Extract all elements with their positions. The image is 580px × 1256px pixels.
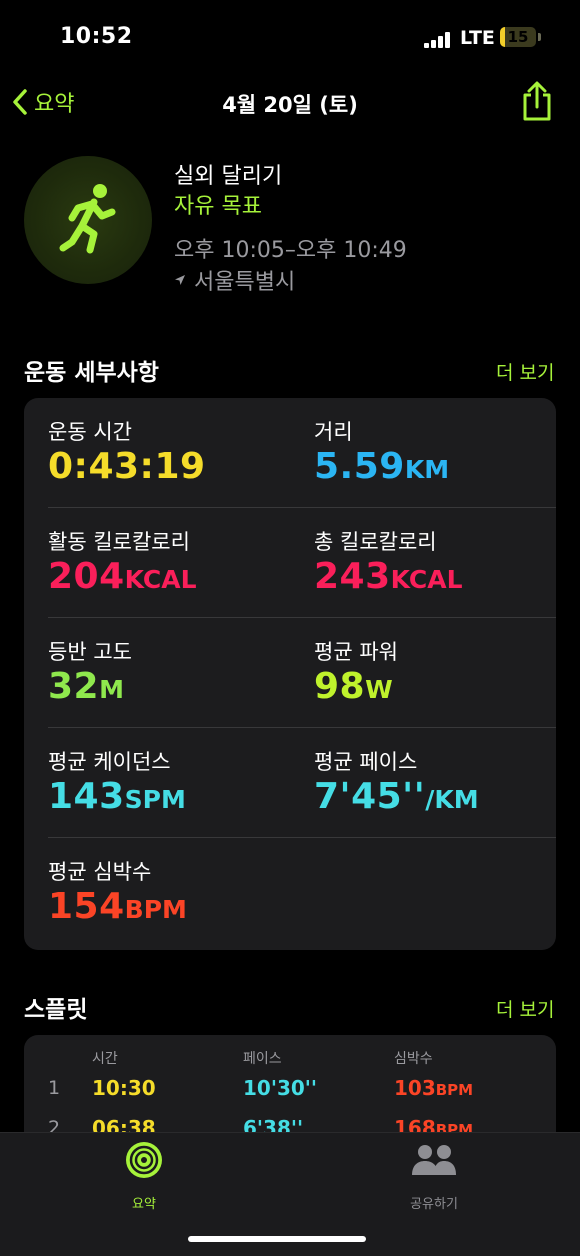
metric-label-pace: 평균 페이스 bbox=[314, 750, 418, 774]
metric-value-heart-rate: 154BPM bbox=[48, 886, 187, 927]
tab-summary-label: 요약 bbox=[132, 1197, 156, 1212]
splits-header-heart-rate: 심박수 bbox=[394, 1051, 433, 1067]
metric-number: 7'45'' bbox=[314, 776, 426, 817]
metric-value-elevation: 32M bbox=[48, 666, 124, 707]
metric-value-distance: 5.59KM bbox=[314, 446, 449, 487]
workout-location: 서울특별시 bbox=[174, 264, 295, 296]
metric-unit: M bbox=[99, 675, 124, 704]
metric-label-active-kcal: 활동 킬로칼로리 bbox=[48, 530, 190, 554]
metric-label-total-kcal: 총 킬로칼로리 bbox=[314, 530, 437, 554]
status-time: 10:52 bbox=[60, 24, 133, 49]
metric-unit: BPM bbox=[124, 895, 187, 924]
running-figure-icon bbox=[59, 184, 116, 254]
split-time: 10:30 bbox=[92, 1076, 156, 1100]
metric-unit: KCAL bbox=[390, 565, 463, 594]
split-heart-rate: 103BPM bbox=[394, 1076, 473, 1100]
details-more-link[interactable]: 더 보기 bbox=[496, 358, 554, 385]
metric-value-cadence: 143SPM bbox=[48, 776, 186, 817]
battery-icon: 15 bbox=[500, 27, 536, 47]
metric-unit: W bbox=[365, 675, 393, 704]
metric-label-elevation: 등반 고도 bbox=[48, 640, 132, 664]
divider bbox=[48, 837, 556, 838]
divider bbox=[48, 727, 556, 728]
location-arrow-icon bbox=[175, 275, 185, 285]
tab-sharing[interactable]: 공유하기 bbox=[394, 1141, 474, 1212]
share-button[interactable] bbox=[520, 80, 554, 126]
details-card: 운동 시간 0:43:19 거리 5.59KM 활동 킬로칼로리 204KCAL… bbox=[24, 398, 556, 950]
workout-goal: 자유 목표 bbox=[174, 194, 262, 219]
metric-value-power: 98W bbox=[314, 666, 393, 707]
cellular-signal-icon bbox=[424, 32, 454, 48]
split-index: 1 bbox=[48, 1077, 61, 1099]
workout-time-range: 오후 10:05–오후 10:49 bbox=[174, 238, 407, 263]
splits-more-link[interactable]: 더 보기 bbox=[496, 995, 554, 1022]
metric-number: 0:43:19 bbox=[48, 446, 206, 487]
metric-number: 143 bbox=[48, 776, 125, 817]
metric-value-active-kcal: 204KCAL bbox=[48, 556, 197, 597]
people-icon bbox=[412, 1145, 456, 1175]
split-pace: 10'30'' bbox=[243, 1076, 318, 1100]
metric-number: 154 bbox=[48, 886, 125, 927]
metric-unit: /KM bbox=[425, 785, 479, 814]
workout-title: 실외 달리기 bbox=[174, 164, 283, 189]
splits-header-time: 시간 bbox=[92, 1051, 118, 1067]
table-row[interactable]: 1 10:30 10'30'' 103BPM bbox=[24, 1075, 556, 1105]
metric-number: 5.59 bbox=[314, 446, 405, 487]
divider bbox=[48, 617, 556, 618]
tab-summary[interactable]: 요약 bbox=[104, 1141, 184, 1212]
tab-sharing-label: 공유하기 bbox=[410, 1197, 458, 1212]
metric-unit: KM bbox=[404, 455, 450, 484]
divider bbox=[48, 507, 556, 508]
details-section-title: 운동 세부사항 bbox=[24, 360, 159, 386]
splits-header-pace: 페이스 bbox=[243, 1051, 282, 1067]
battery-tip bbox=[538, 33, 541, 41]
metric-value-total-kcal: 243KCAL bbox=[314, 556, 463, 597]
metric-label-distance: 거리 bbox=[314, 420, 353, 444]
home-indicator bbox=[188, 1236, 366, 1242]
share-icon bbox=[523, 81, 551, 121]
metric-value-pace: 7'45''/KM bbox=[314, 776, 479, 817]
metric-number: 243 bbox=[314, 556, 391, 597]
metric-unit: KCAL bbox=[124, 565, 197, 594]
metric-number: 98 bbox=[314, 666, 366, 707]
metric-label-duration: 운동 시간 bbox=[48, 420, 132, 444]
battery-percent: 15 bbox=[507, 28, 529, 46]
metric-label-cadence: 평균 케이던스 bbox=[48, 750, 171, 774]
split-hr-unit: BPM bbox=[435, 1081, 474, 1099]
metric-unit: SPM bbox=[124, 785, 186, 814]
network-type: LTE bbox=[460, 27, 495, 49]
metric-label-heart-rate: 평균 심박수 bbox=[48, 860, 152, 884]
page-title: 4월 20일 (토) bbox=[222, 93, 358, 117]
metric-number: 204 bbox=[48, 556, 125, 597]
metric-number: 32 bbox=[48, 666, 100, 707]
split-hr-value: 103 bbox=[394, 1076, 436, 1100]
splits-section-title: 스플릿 bbox=[24, 997, 88, 1023]
activity-rings-icon bbox=[126, 1142, 162, 1178]
metric-value-duration: 0:43:19 bbox=[48, 446, 206, 487]
location-text: 서울특별시 bbox=[194, 270, 296, 295]
metric-label-power: 평균 파워 bbox=[314, 640, 398, 664]
